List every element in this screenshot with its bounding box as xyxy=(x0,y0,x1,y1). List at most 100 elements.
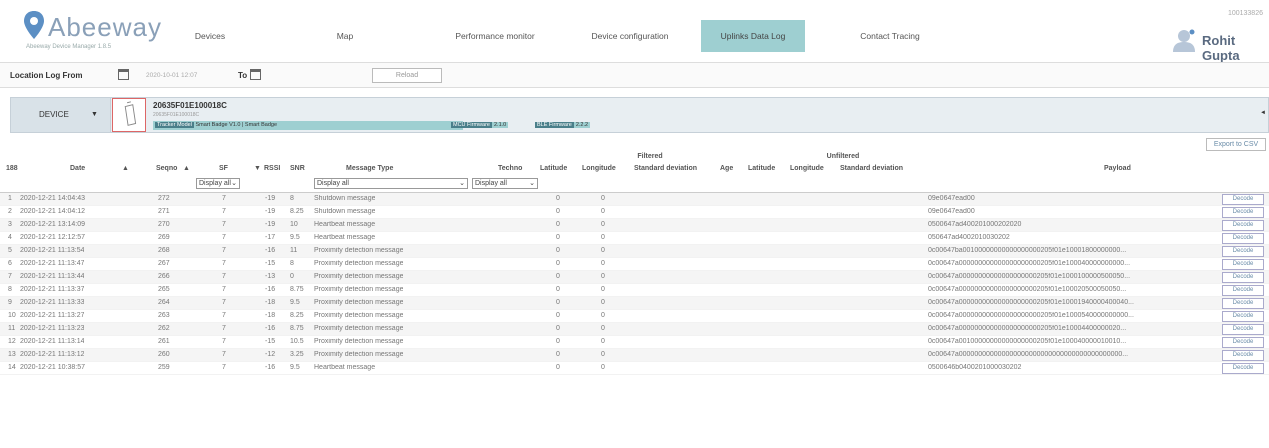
ble-firmware-label: BLE Firmware xyxy=(535,122,574,128)
col-standard-deviation[interactable]: Standard deviation xyxy=(634,165,697,172)
table-row[interactable]: 11 2020-12-21 11:13:23 262 7 -16 8.75 Proximit… xyxy=(0,323,1269,336)
col-rssi[interactable]: RSSI xyxy=(264,165,280,172)
techno-filter-select[interactable]: Display all ⌄ xyxy=(472,178,538,189)
row-date: 2020-12-21 11:13:47 xyxy=(20,260,85,267)
row-message-type: Heartbeat message xyxy=(314,221,376,228)
user-avatar-icon[interactable] xyxy=(1170,28,1198,52)
message-type-filter-select[interactable]: Display all ⌄ xyxy=(314,178,468,189)
decode-button[interactable]: Decode xyxy=(1222,233,1264,244)
from-date-input[interactable] xyxy=(146,69,234,82)
table-row[interactable]: 5 2020-12-21 11:13:54 268 7 -16 11 Proximity d… xyxy=(0,245,1269,258)
user-name[interactable]: Rohit Gupta xyxy=(1202,33,1269,63)
row-sf: 7 xyxy=(222,286,226,293)
table-row[interactable]: 13 2020-12-21 11:13:12 260 7 -12 3.25 Proximit… xyxy=(0,349,1269,362)
mcu-firmware-label: MCU Firmware xyxy=(451,122,492,128)
col-unfiltered-standard-deviation[interactable]: Standard deviation xyxy=(840,165,903,172)
row-snr: 9.5 xyxy=(290,299,300,306)
col-sf[interactable]: SF xyxy=(219,165,228,172)
decode-button[interactable]: Decode xyxy=(1222,363,1264,374)
tracker-model-bar: Tracker Model Smart Badge V1.0 | Smart B… xyxy=(153,121,463,130)
nav-map[interactable]: Map xyxy=(320,20,370,52)
col-snr[interactable]: SNR xyxy=(290,165,305,172)
decode-button[interactable]: Decode xyxy=(1222,272,1264,283)
decode-button[interactable]: Decode xyxy=(1222,298,1264,309)
location-log-from-label: Location Log From xyxy=(10,71,83,80)
row-seqno: 270 xyxy=(158,221,170,228)
export-csv-button[interactable]: Export to CSV xyxy=(1206,138,1266,151)
row-number: 3 xyxy=(8,221,12,228)
col-unfiltered-latitude[interactable]: Latitude xyxy=(748,165,775,172)
calendar-icon[interactable] xyxy=(118,69,129,80)
col-message-type[interactable]: Message Type xyxy=(346,165,393,172)
row-snr: 11 xyxy=(290,247,298,254)
row-number: 6 xyxy=(8,260,12,267)
row-date: 2020-12-21 11:13:23 xyxy=(20,325,85,332)
reload-button[interactable]: Reload xyxy=(372,68,442,83)
col-longitude[interactable]: Longitude xyxy=(582,165,616,172)
decode-button[interactable]: Decode xyxy=(1222,324,1264,335)
unfiltered-group-header: Unfiltered xyxy=(826,153,860,160)
col-date[interactable]: Date xyxy=(70,165,85,172)
row-message-type: Shutdown message xyxy=(314,208,376,215)
table-row[interactable]: 2 2020-12-21 14:04:12 271 7 -19 8.25 Shutdown … xyxy=(0,206,1269,219)
table-row[interactable]: 10 2020-12-21 11:13:27 263 7 -18 8.25 Proximit… xyxy=(0,310,1269,323)
row-latitude: 0 xyxy=(556,273,560,280)
row-seqno: 263 xyxy=(158,312,170,319)
row-longitude: 0 xyxy=(601,221,605,228)
row-message-type: Proximity detection message xyxy=(314,247,404,254)
nav-devices[interactable]: Devices xyxy=(180,20,240,52)
col-seqno[interactable]: Seqno xyxy=(156,165,177,172)
decode-button[interactable]: Decode xyxy=(1222,220,1264,231)
row-snr: 8.75 xyxy=(290,325,304,332)
table-row[interactable]: 3 2020-12-21 13:14:09 270 7 -19 10 Heartbeat m… xyxy=(0,219,1269,232)
abeeway-logo[interactable]: Abeeway Abeeway Device Manager 1.8.5 xyxy=(22,8,182,56)
row-sf: 7 xyxy=(222,325,226,332)
nav-performance-monitor[interactable]: Performance monitor xyxy=(440,20,550,52)
decode-button[interactable]: Decode xyxy=(1222,311,1264,322)
row-payload: 0c00647a00000000000000000000000000000000… xyxy=(928,351,1129,358)
row-rssi: -16 xyxy=(265,325,276,332)
row-latitude: 0 xyxy=(556,312,560,319)
decode-button[interactable]: Decode xyxy=(1222,259,1264,270)
row-latitude: 0 xyxy=(556,260,560,267)
nav-contact-tracing[interactable]: Contact Tracing xyxy=(850,20,930,52)
decode-button[interactable]: Decode xyxy=(1222,350,1264,361)
sort-icon[interactable]: ▼ xyxy=(254,165,261,172)
row-message-type: Proximity detection message xyxy=(314,312,404,319)
col-latitude[interactable]: Latitude xyxy=(540,165,567,172)
row-latitude: 0 xyxy=(556,351,560,358)
decode-button[interactable]: Decode xyxy=(1222,337,1264,348)
table-row[interactable]: 9 2020-12-21 11:13:33 264 7 -18 9.5 Proximity … xyxy=(0,297,1269,310)
sf-filter-select[interactable]: Display all ⌄ xyxy=(196,178,240,189)
col-unfiltered-longitude[interactable]: Longitude xyxy=(790,165,824,172)
row-sf: 7 xyxy=(222,312,226,319)
col-age[interactable]: Age xyxy=(720,165,733,172)
row-rssi: -19 xyxy=(265,195,276,202)
decode-button[interactable]: Decode xyxy=(1222,246,1264,257)
table-row[interactable]: 12 2020-12-21 11:13:14 261 7 -15 10.5 Proximit… xyxy=(0,336,1269,349)
to-date-input[interactable] xyxy=(266,69,356,82)
calendar-icon[interactable] xyxy=(250,69,261,80)
expand-arrow-icon[interactable]: ◄ xyxy=(1260,110,1266,116)
table-row[interactable]: 6 2020-12-21 11:13:47 267 7 -15 8 Proximity de… xyxy=(0,258,1269,271)
nav-uplinks-data-log[interactable]: Uplinks Data Log xyxy=(701,20,805,52)
brand-subtitle: Abeeway Device Manager 1.8.5 xyxy=(26,44,112,50)
table-row[interactable]: 8 2020-12-21 11:13:37 265 7 -16 8.75 Proximity… xyxy=(0,284,1269,297)
col-techno[interactable]: Techno xyxy=(498,165,522,172)
row-message-type: Proximity detection message xyxy=(314,299,404,306)
table-row[interactable]: 1 2020-12-21 14:04:43 272 7 -19 8 Shutdown mes… xyxy=(0,193,1269,206)
device-select[interactable]: DEVICE ▼ xyxy=(11,98,111,132)
decode-button[interactable]: Decode xyxy=(1222,194,1264,205)
table-row[interactable]: 7 2020-12-21 11:13:44 266 7 -13 0 Proximity de… xyxy=(0,271,1269,284)
table-row[interactable]: 14 2020-12-21 10:38:57 259 7 -16 9.5 Heartbeat… xyxy=(0,362,1269,375)
sort-icon[interactable]: ▲ xyxy=(122,165,129,172)
decode-button[interactable]: Decode xyxy=(1222,285,1264,296)
decode-button[interactable]: Decode xyxy=(1222,207,1264,218)
row-message-type: Heartbeat message xyxy=(314,234,376,241)
sort-icon[interactable]: ▲ xyxy=(183,165,190,172)
table-row[interactable]: 4 2020-12-21 12:12:57 269 7 -17 9.5 Heartbeat … xyxy=(0,232,1269,245)
nav-device-configuration[interactable]: Device configuration xyxy=(570,20,690,52)
row-rssi: -19 xyxy=(265,208,276,215)
col-payload: Payload xyxy=(1104,165,1131,172)
row-seqno: 272 xyxy=(158,195,170,202)
